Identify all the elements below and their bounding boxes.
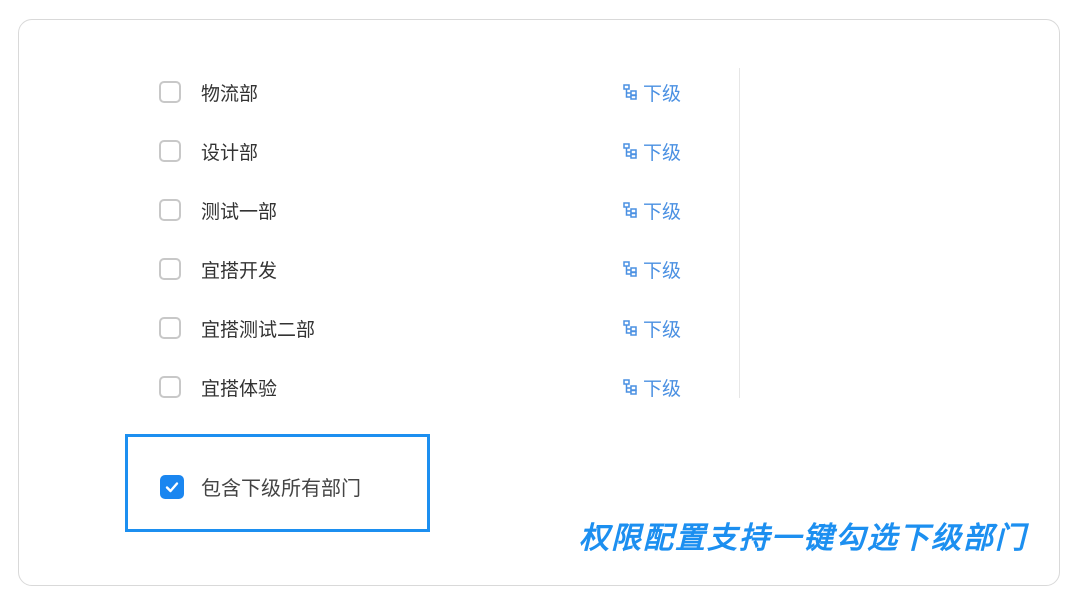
sub-level-link[interactable]: 下级	[623, 374, 681, 401]
org-tree-icon	[623, 84, 637, 100]
sub-level-label: 下级	[643, 141, 682, 164]
include-sub-label: 包含下级所有部门	[201, 476, 361, 500]
sub-level-label: 下级	[643, 318, 682, 341]
sub-level-label: 下级	[643, 82, 682, 105]
sub-level-link[interactable]: 下级	[623, 79, 681, 106]
sub-level-link[interactable]: 下级	[623, 197, 681, 224]
sub-level-link[interactable]: 下级	[623, 138, 681, 165]
department-list[interactable]: 物流部 下级 设计部 下级 测试一部 下级 宜搭开发 下级 宜搭测试二部 下级 …	[149, 68, 749, 416]
org-tree-icon	[623, 202, 637, 218]
department-checkbox[interactable]	[159, 376, 181, 398]
checkmark-icon	[165, 481, 179, 492]
department-checkbox[interactable]	[159, 258, 181, 280]
feature-caption: 权限配置支持一键勾选下级部门	[579, 521, 1027, 556]
department-label: 测试一部	[201, 200, 278, 223]
department-row[interactable]: 宜搭体验 下级	[149, 367, 709, 407]
org-tree-icon	[623, 379, 637, 395]
department-checkbox[interactable]	[159, 317, 181, 339]
department-row[interactable]: 物流部 下级	[149, 72, 709, 112]
sub-level-link[interactable]: 下级	[623, 256, 681, 283]
department-label: 宜搭体验	[201, 377, 278, 400]
department-label: 物流部	[201, 82, 259, 105]
org-tree-icon	[623, 320, 637, 336]
org-tree-icon	[623, 261, 637, 277]
sub-level-label: 下级	[643, 259, 682, 282]
department-row[interactable]: 设计部 下级	[149, 131, 709, 171]
sub-level-label: 下级	[643, 377, 682, 400]
permission-card: 物流部 下级 设计部 下级 测试一部 下级 宜搭开发 下级 宜搭测试二部 下级 …	[18, 19, 1060, 586]
department-checkbox[interactable]	[159, 81, 181, 103]
department-label: 设计部	[201, 141, 259, 164]
department-label: 宜搭开发	[201, 259, 278, 282]
sub-level-label: 下级	[643, 200, 682, 223]
department-label: 宜搭测试二部	[201, 318, 316, 341]
sub-level-link[interactable]: 下级	[623, 315, 681, 342]
department-row[interactable]: 宜搭开发 下级	[149, 249, 709, 289]
department-checkbox[interactable]	[159, 140, 181, 162]
department-row[interactable]: 测试一部 下级	[149, 190, 709, 230]
department-checkbox[interactable]	[159, 199, 181, 221]
column-divider	[739, 68, 740, 398]
department-row[interactable]: 宜搭测试二部 下级	[149, 308, 709, 348]
include-sub-option[interactable]: 包含下级所有部门	[160, 472, 361, 501]
include-sub-checkbox[interactable]	[160, 474, 184, 499]
org-tree-icon	[623, 143, 637, 159]
